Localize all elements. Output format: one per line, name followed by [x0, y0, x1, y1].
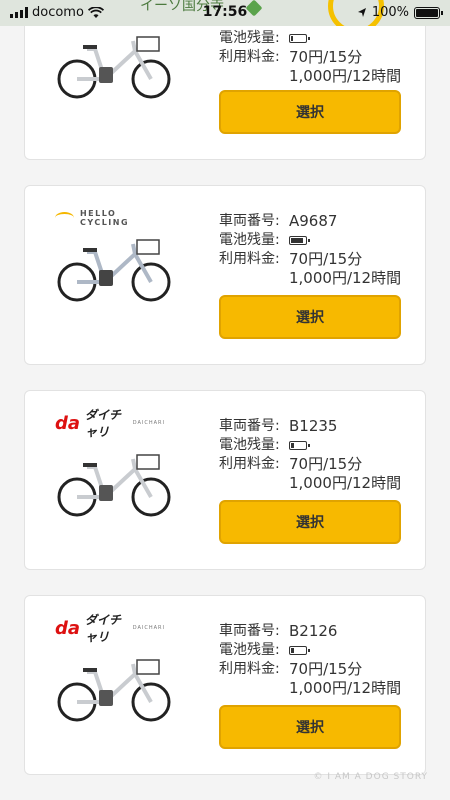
fee-row-2: 1,000円/12時間 — [219, 269, 401, 288]
vehicle-no-row: 車両番号: B1235 — [219, 417, 401, 436]
fee-line2: 1,000円/12時間 — [289, 269, 402, 287]
bicycle-image — [57, 659, 171, 722]
vehicle-no-label: 車両番号: — [219, 623, 280, 639]
watermark: © I AM A DOG STORY — [313, 772, 428, 782]
battery-row: 電池残量: — [219, 436, 401, 455]
status-bar: イーソ国分寺 docomo 17:56 100% — [0, 0, 450, 26]
bicycle-image — [57, 36, 171, 99]
bicycle-image — [57, 239, 171, 302]
fee-row: 利用料金: 70円/15分 — [219, 660, 401, 679]
status-right: 100% — [357, 5, 443, 20]
fee-row-2: 1,000円/12時間 — [219, 67, 401, 86]
select-button[interactable]: 選択 — [219, 500, 401, 544]
fee-row-2: 1,000円/12時間 — [219, 474, 401, 493]
fee-row: 利用料金: 70円/15分 — [219, 455, 401, 474]
battery-row: 電池残量: — [219, 231, 401, 250]
vehicle-no-row: 車両番号: A9687 — [219, 212, 401, 231]
fee-label: 利用料金: — [219, 661, 280, 677]
battery-label: 電池残量: — [219, 642, 280, 658]
select-button[interactable]: 選択 — [219, 90, 401, 134]
bicycle-image — [57, 454, 171, 517]
fee-row: 利用料金: 70円/15分 — [219, 48, 401, 67]
daichari-logo: da ダイチャリ DAICHARI — [55, 408, 165, 439]
phone-battery-icon — [414, 6, 443, 19]
hello-cycling-logo: HELLO CYCLING — [55, 206, 165, 230]
battery-row: 電池残量: — [219, 641, 401, 660]
fee-row-2: 1,000円/12時間 — [219, 679, 401, 698]
fee-label: 利用料金: — [219, 456, 280, 472]
vehicle-no-value: B1235 — [289, 417, 338, 435]
battery-percent: 100% — [371, 5, 409, 20]
battery-label: 電池残量: — [219, 30, 280, 46]
fee-line2: 1,000円/12時間 — [289, 474, 402, 492]
battery-level-icon — [289, 34, 310, 43]
battery-row: 電池残量: — [219, 29, 401, 48]
battery-level-icon — [289, 441, 310, 450]
daichari-logo: da ダイチャリ DAICHARI — [55, 613, 165, 644]
fee-line1: 70円/15分 — [289, 455, 363, 473]
vehicle-no-label: 車両番号: — [219, 418, 280, 434]
bike-card: da ダイチャリ DAICHARI 車両番号: B1235 電池残量: 利用料金… — [24, 390, 426, 570]
battery-label: 電池残量: — [219, 232, 280, 248]
select-button[interactable]: 選択 — [219, 295, 401, 339]
battery-level-icon — [289, 236, 310, 245]
fee-line2: 1,000円/12時間 — [289, 679, 402, 697]
fee-label: 利用料金: — [219, 49, 280, 65]
vehicle-no-row: 車両番号: B2126 — [219, 622, 401, 641]
bike-card: da ダイチャリ DAICHARI 車両番号: B2126 電池残量: 利用料金… — [24, 595, 426, 775]
fee-line2: 1,000円/12時間 — [289, 67, 402, 85]
vehicle-no-value: B2126 — [289, 622, 338, 640]
bike-card: HELLO CYCLING 車両番号: A9687 電池残量: 利用料金: 70… — [24, 185, 426, 365]
fee-line1: 70円/15分 — [289, 660, 363, 678]
battery-level-icon — [289, 646, 310, 655]
fee-label: 利用料金: — [219, 251, 280, 267]
fee-line1: 70円/15分 — [289, 250, 363, 268]
hello-cycling-mark-icon — [55, 212, 74, 224]
fee-row: 利用料金: 70円/15分 — [219, 250, 401, 269]
fee-line1: 70円/15分 — [289, 48, 363, 66]
vehicle-no-label: 車両番号: — [219, 213, 280, 229]
location-arrow-icon — [357, 8, 366, 17]
select-button[interactable]: 選択 — [219, 705, 401, 749]
vehicle-no-value: A9687 — [289, 212, 338, 230]
battery-label: 電池残量: — [219, 437, 280, 453]
